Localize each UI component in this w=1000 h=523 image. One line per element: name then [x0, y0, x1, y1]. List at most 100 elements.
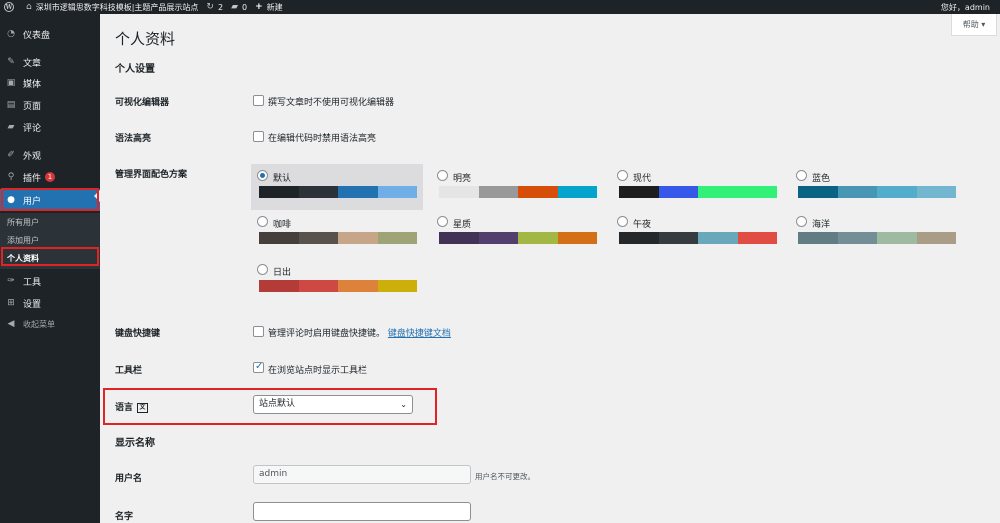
scheme-radio[interactable] [437, 170, 448, 181]
color-scheme-option[interactable]: 星质 [431, 210, 603, 256]
first-name-label: 名字 [115, 512, 134, 522]
chevron-down-icon: ⌄ [400, 400, 407, 409]
keyboard-shortcuts-label: 键盘快捷键 [115, 329, 161, 339]
scheme-swatches [619, 186, 777, 198]
sidebar-item-pages[interactable]: ▤ 页面 [0, 95, 100, 115]
scheme-radio[interactable] [257, 264, 268, 275]
language-select[interactable]: 站点默认 ⌄ [253, 395, 413, 414]
sidebar-item-label: 外观 [23, 151, 42, 162]
keyboard-shortcuts-checkbox[interactable] [253, 326, 264, 337]
scheme-swatches [439, 186, 597, 198]
scheme-swatch [698, 186, 738, 198]
comment-bubble-icon: ▰ [231, 2, 238, 12]
sidebar-item-media[interactable]: ▣ 媒体 [0, 73, 100, 93]
sidebar-item-appearance[interactable]: ✐ 外观 [0, 145, 100, 165]
scheme-name: 现代 [633, 174, 652, 184]
color-scheme-option[interactable]: 午夜 [611, 210, 783, 256]
first-name-field[interactable] [253, 502, 471, 521]
color-scheme-option[interactable]: 默认 [251, 164, 423, 210]
sidebar-item-dashboard[interactable]: ◔ 仪表盘 [0, 24, 100, 44]
scheme-name: 日出 [273, 268, 292, 278]
sidebar-item-plugins[interactable]: ⚲ 插件 1 [0, 167, 100, 187]
scheme-radio[interactable] [257, 170, 268, 181]
sidebar-item-label: 文章 [23, 58, 42, 69]
scheme-swatch [338, 186, 378, 198]
color-scheme-option[interactable]: 蓝色 [790, 164, 962, 210]
sidebar-item-comments[interactable]: ▰ 评论 [0, 117, 100, 137]
scheme-radio[interactable] [796, 216, 807, 227]
color-scheme-option[interactable]: 明亮 [431, 164, 603, 210]
scheme-swatch [377, 232, 417, 244]
sidebar-item-posts[interactable]: ✎ 文章 [0, 52, 100, 72]
site-name: 深圳市逻辑思数字科技模板|主题产品展示站点 [35, 2, 199, 12]
scheme-swatch [439, 186, 479, 198]
scheme-radio[interactable] [617, 170, 628, 181]
scheme-swatches [259, 280, 417, 292]
display-name-heading: 显示名称 [115, 438, 155, 449]
translation-icon: 文 [137, 402, 149, 413]
sidebar-item-label: 媒体 [23, 79, 42, 90]
submenu-all-users[interactable]: 所有用户 [7, 217, 39, 228]
scheme-swatch [619, 186, 659, 198]
scheme-swatch [338, 232, 378, 244]
scheme-swatches [259, 232, 417, 244]
scheme-swatch [837, 186, 877, 198]
sidebar-item-label: 工具 [23, 277, 42, 288]
username-label: 用户名 [115, 474, 143, 484]
sidebar-item-tools[interactable]: ✑ 工具 [0, 271, 100, 291]
scheme-swatch [557, 232, 597, 244]
scheme-swatch [478, 232, 518, 244]
scheme-name: 明亮 [453, 174, 472, 184]
scheme-name: 咖啡 [273, 220, 292, 230]
scheme-swatch [798, 186, 838, 198]
pin-icon: ✎ [7, 57, 15, 67]
site-name-link[interactable]: ⌂ 深圳市逻辑思数字科技模板|主题产品展示站点 [26, 2, 198, 13]
scheme-radio[interactable] [617, 216, 628, 227]
wordpress-logo-icon[interactable]: W [0, 0, 18, 14]
language-select-value: 站点默认 [259, 399, 296, 409]
collapse-icon: ◀ [7, 319, 15, 329]
highlight-users-box [1, 188, 99, 211]
scheme-swatches [439, 232, 597, 244]
scheme-radio[interactable] [437, 216, 448, 227]
visual-editor-checkbox[interactable] [253, 95, 264, 106]
toolbar-checkbox[interactable] [253, 361, 264, 373]
sidebar-item-label: 收起菜单 [23, 319, 55, 329]
sidebar-item-label: 设置 [23, 299, 42, 310]
updates-link[interactable]: ↻ 2 [206, 2, 223, 12]
comments-link[interactable]: ▰ 0 [231, 2, 247, 12]
new-content-link[interactable]: + 新建 [255, 2, 283, 13]
keyboard-shortcuts-text: 管理评论时启用键盘快捷键。 [268, 329, 386, 339]
account-greeting[interactable]: 您好，admin [941, 2, 990, 13]
submenu-add-user[interactable]: 添加用户 [7, 235, 39, 246]
scheme-swatch [619, 232, 659, 244]
sidebar-item-settings[interactable]: ⊞ 设置 [0, 293, 100, 313]
comments-count: 0 [241, 2, 248, 12]
help-tab-button[interactable]: 帮助 ▾ [951, 14, 997, 36]
color-scheme-option[interactable]: 现代 [611, 164, 783, 210]
refresh-icon: ↻ [206, 2, 214, 12]
highlight-profile-box [1, 247, 99, 266]
syntax-highlight-checkbox[interactable] [253, 131, 264, 142]
personal-settings-heading: 个人设置 [115, 64, 155, 75]
color-scheme-option[interactable]: 海洋 [790, 210, 962, 256]
scheme-swatch [298, 280, 338, 292]
visual-editor-option: 撰写文章时不使用可视化编辑器 [268, 98, 395, 108]
keyboard-shortcuts-doc-link[interactable]: 键盘快捷键文档 [388, 329, 451, 339]
scheme-swatch [737, 232, 777, 244]
scheme-swatch [557, 186, 597, 198]
scheme-swatch [298, 232, 338, 244]
scheme-radio[interactable] [257, 216, 268, 227]
scheme-swatch [478, 186, 518, 198]
admin-sidebar: ◔ 仪表盘 ✎ 文章 ▣ 媒体 ▤ 页面 ▰ 评论 ✐ 外观 ⚲ 插件 1 ● … [0, 14, 100, 523]
scheme-swatch [377, 186, 417, 198]
scheme-radio[interactable] [796, 170, 807, 181]
wrench-icon: ✑ [7, 276, 15, 286]
color-scheme-option[interactable]: 咖啡 [251, 210, 423, 256]
admin-bar: W ⌂ 深圳市逻辑思数字科技模板|主题产品展示站点 ↻ 2 ▰ 0 + 新建 您… [0, 0, 1000, 14]
color-scheme-option[interactable]: 日出 [251, 258, 423, 304]
scheme-swatch [259, 186, 299, 198]
scheme-swatch [518, 186, 558, 198]
toolbar-label: 工具栏 [115, 366, 143, 376]
collapse-menu-button[interactable]: ◀ 收起菜单 [0, 314, 100, 334]
